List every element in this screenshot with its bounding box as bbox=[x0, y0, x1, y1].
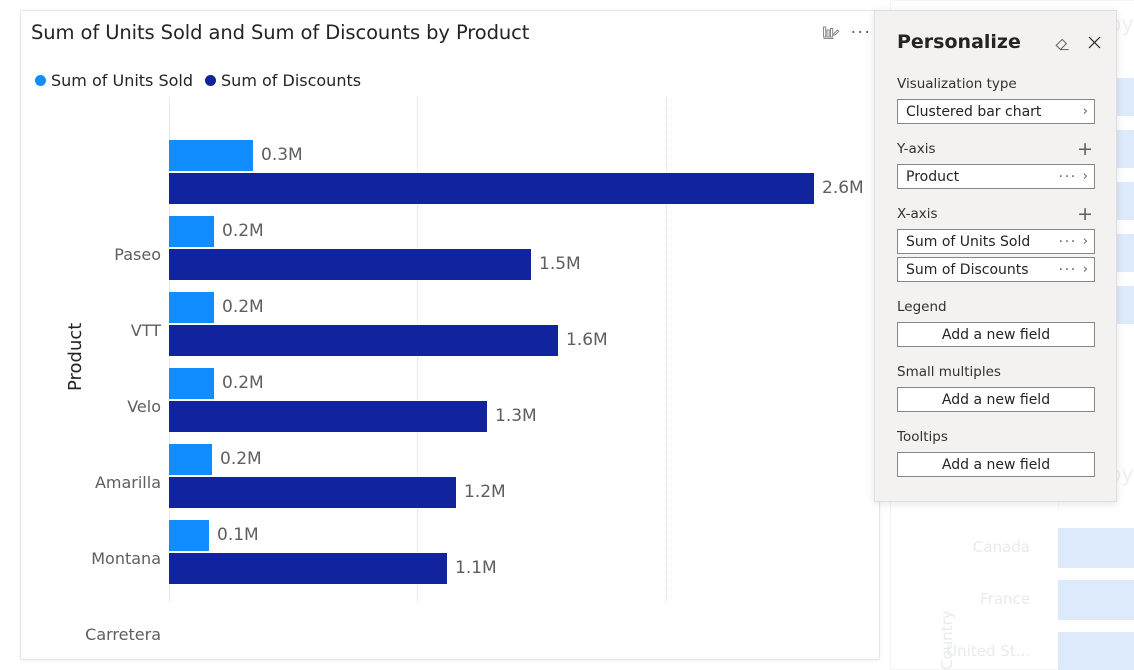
bar-label-discounts-paseo: 2.6M bbox=[822, 178, 864, 198]
bar-units-sold-carretera[interactable] bbox=[169, 520, 209, 551]
bar-discounts-amarilla[interactable] bbox=[169, 401, 487, 432]
eraser-reset-icon[interactable] bbox=[1052, 32, 1072, 52]
category-label-montana[interactable]: Montana bbox=[31, 549, 161, 568]
bar-discounts-montana[interactable] bbox=[169, 477, 456, 508]
chevron-right-icon: › bbox=[1082, 262, 1088, 277]
bar-label-discounts-amarilla: 1.3M bbox=[495, 406, 537, 426]
x-axis-field-units-sold[interactable]: Sum of Units Sold ··· › bbox=[897, 229, 1095, 254]
bar-label-units-sold-vtt: 0.2M bbox=[222, 221, 264, 241]
category-label-carretera[interactable]: Carretera bbox=[31, 625, 161, 644]
field-more-options-icon[interactable]: ··· bbox=[1059, 262, 1077, 278]
field-group-label: Small multiples bbox=[897, 364, 1001, 380]
bar-label-units-sold-montana: 0.2M bbox=[220, 449, 262, 469]
field-group-label: Y-axis bbox=[897, 141, 936, 157]
x-axis-field-discounts[interactable]: Sum of Discounts ··· › bbox=[897, 257, 1095, 282]
panel-header: Personalize bbox=[897, 31, 1104, 53]
legend-color-dot-icon bbox=[35, 75, 46, 86]
background-bar bbox=[1058, 632, 1134, 670]
report-canvas: by by Canada France United St... Country… bbox=[0, 0, 1134, 670]
background-category-label: United St... bbox=[946, 642, 1030, 660]
panel-header-buttons bbox=[1052, 32, 1104, 52]
personalize-visual-icon[interactable] bbox=[821, 23, 841, 43]
field-group-label: Legend bbox=[897, 299, 947, 315]
field-group-y-axis: Y-axis + Product ··· › bbox=[897, 138, 1095, 189]
bar-units-sold-velo[interactable] bbox=[169, 292, 214, 323]
add-tooltips-field-button[interactable]: Add a new field bbox=[897, 452, 1095, 477]
field-group-label: Tooltips bbox=[897, 429, 948, 445]
bar-discounts-vtt[interactable] bbox=[169, 249, 531, 280]
field-more-options-icon[interactable]: ··· bbox=[1059, 169, 1077, 185]
bar-units-sold-amarilla[interactable] bbox=[169, 368, 214, 399]
add-legend-field-button[interactable]: Add a new field bbox=[897, 322, 1095, 347]
bar-discounts-velo[interactable] bbox=[169, 325, 558, 356]
chevron-right-icon: › bbox=[1082, 234, 1088, 249]
visualization-type-value: Clustered bar chart bbox=[906, 103, 1042, 120]
bar-discounts-paseo[interactable] bbox=[169, 173, 814, 204]
field-group-label: X-axis bbox=[897, 206, 938, 222]
plot-area: Paseo 0.3M 2.6M VTT 0.2M 1.5M Velo 0.2M … bbox=[21, 97, 879, 644]
bar-label-discounts-vtt: 1.5M bbox=[539, 254, 581, 274]
bar-label-units-sold-paseo: 0.3M bbox=[261, 145, 303, 165]
visual-title: Sum of Units Sold and Sum of Discounts b… bbox=[31, 21, 530, 44]
visualization-type-select[interactable]: Clustered bar chart › bbox=[897, 99, 1095, 124]
y-axis-field-value: Product bbox=[906, 168, 960, 185]
bar-discounts-carretera[interactable] bbox=[169, 553, 447, 584]
add-small-multiples-field-button[interactable]: Add a new field bbox=[897, 387, 1095, 412]
background-axis-title: Country bbox=[938, 610, 956, 670]
field-group-small-multiples: Small multiples Add a new field bbox=[897, 361, 1095, 412]
bar-units-sold-vtt[interactable] bbox=[169, 216, 214, 247]
background-category-label: France bbox=[980, 590, 1030, 608]
field-group-legend: Legend Add a new field bbox=[897, 296, 1095, 347]
x-axis-field-value: Sum of Discounts bbox=[906, 261, 1029, 278]
category-label-amarilla[interactable]: Amarilla bbox=[31, 473, 161, 492]
legend-color-dot-icon bbox=[205, 75, 217, 86]
category-label-velo[interactable]: Velo bbox=[31, 397, 161, 416]
personalize-panel[interactable]: Personalize Visualization type Clustered… bbox=[874, 10, 1117, 502]
clustered-bar-chart-visual[interactable]: Sum of Units Sold and Sum of Discounts b… bbox=[20, 10, 880, 660]
x-axis-field-value: Sum of Units Sold bbox=[906, 233, 1031, 250]
panel-title: Personalize bbox=[897, 31, 1021, 53]
bar-label-discounts-montana: 1.2M bbox=[464, 482, 506, 502]
y-axis-title: Product bbox=[65, 322, 86, 391]
bar-units-sold-paseo[interactable] bbox=[169, 140, 253, 171]
bar-label-discounts-carretera: 1.1M bbox=[455, 558, 497, 578]
chart-legend: Sum of Units Sold Sum of Discounts bbox=[35, 71, 361, 90]
background-bar bbox=[1058, 580, 1134, 620]
add-x-axis-field-plus-icon[interactable]: + bbox=[1075, 205, 1095, 224]
bar-units-sold-montana[interactable] bbox=[169, 444, 212, 475]
close-x-icon[interactable] bbox=[1084, 32, 1104, 52]
field-group-tooltips: Tooltips Add a new field bbox=[897, 426, 1095, 477]
visual-header-actions: ··· bbox=[821, 23, 871, 43]
category-label-paseo[interactable]: Paseo bbox=[31, 245, 161, 264]
panel-body: Visualization type Clustered bar chart ›… bbox=[897, 73, 1095, 491]
add-y-axis-field-plus-icon[interactable]: + bbox=[1075, 140, 1095, 159]
background-category-label: Canada bbox=[972, 538, 1030, 556]
y-axis-field-product[interactable]: Product ··· › bbox=[897, 164, 1095, 189]
legend-label: Sum of Discounts bbox=[221, 71, 362, 90]
bar-label-units-sold-velo: 0.2M bbox=[222, 297, 264, 317]
legend-item-units-sold[interactable]: Sum of Units Sold bbox=[35, 71, 193, 90]
field-group-x-axis: X-axis + Sum of Units Sold ··· › Sum of … bbox=[897, 203, 1095, 282]
background-bar bbox=[1058, 528, 1134, 568]
field-more-options-icon[interactable]: ··· bbox=[1059, 234, 1077, 250]
field-group-visualization-type: Visualization type Clustered bar chart › bbox=[897, 73, 1095, 124]
chevron-right-icon: › bbox=[1082, 169, 1088, 184]
bar-label-units-sold-amarilla: 0.2M bbox=[222, 373, 264, 393]
field-group-label: Visualization type bbox=[897, 76, 1017, 92]
bar-label-discounts-velo: 1.6M bbox=[566, 330, 608, 350]
bar-label-units-sold-carretera: 0.1M bbox=[217, 525, 259, 545]
legend-label: Sum of Units Sold bbox=[51, 71, 194, 90]
category-label-vtt[interactable]: VTT bbox=[31, 321, 161, 340]
chevron-right-icon: › bbox=[1082, 104, 1088, 119]
legend-item-discounts[interactable]: Sum of Discounts bbox=[205, 71, 361, 90]
more-options-ellipsis-icon[interactable]: ··· bbox=[851, 23, 871, 43]
